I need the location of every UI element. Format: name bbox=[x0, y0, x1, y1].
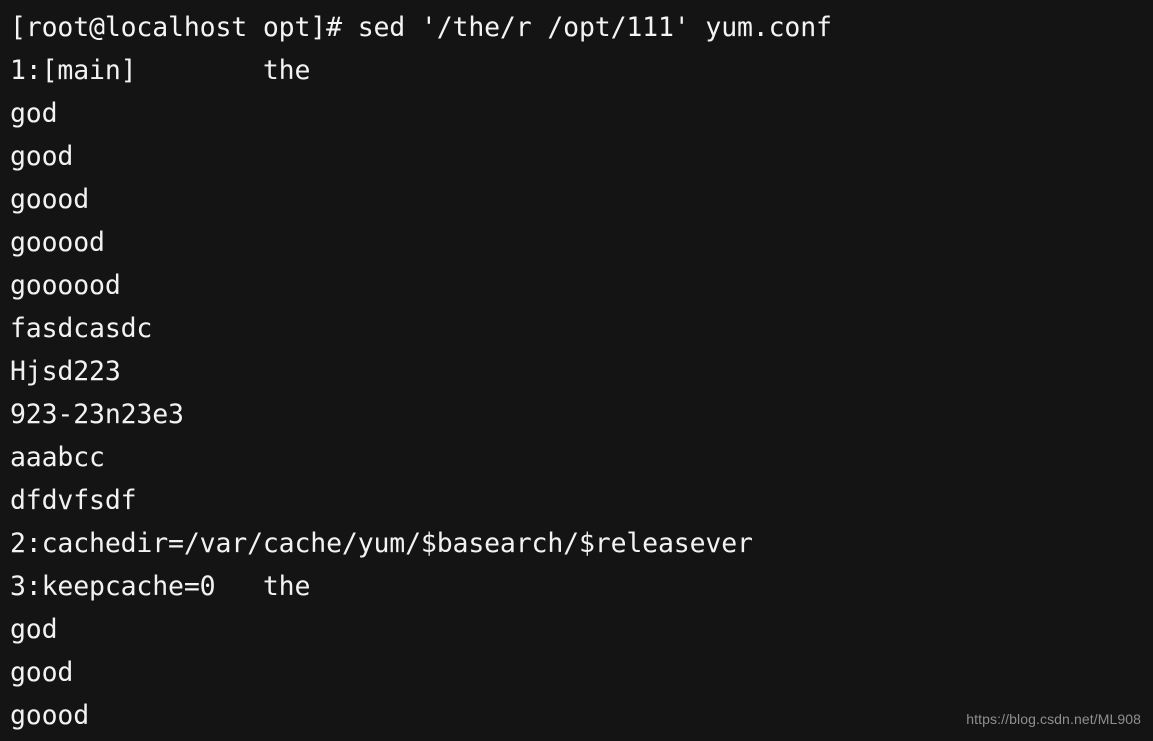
terminal-line-goood-2: goood bbox=[10, 700, 90, 731]
terminal-line-god-1: god bbox=[10, 98, 58, 129]
terminal-line-cachedir: 2:cachedir=/var/cache/yum/$basearch/$rel… bbox=[10, 528, 753, 559]
terminal-line-goood-1: goood bbox=[10, 184, 90, 215]
terminal-line-goooood-1: goooood bbox=[10, 270, 121, 301]
terminal-line-keepcache: 3:keepcache=0 the bbox=[10, 571, 311, 602]
terminal-line-prompt: [root@localhost opt]# sed '/the/r /opt/1… bbox=[10, 12, 832, 43]
terminal-line-good-1: good bbox=[10, 141, 74, 172]
terminal-line-923: 923-23n23e3 bbox=[10, 399, 184, 430]
terminal-line-dfdvfsdf: dfdvfsdf bbox=[10, 485, 137, 516]
terminal-window[interactable]: [root@localhost opt]# sed '/the/r /opt/1… bbox=[0, 0, 1153, 741]
terminal-line-gooood-1: gooood bbox=[10, 227, 105, 258]
terminal-line-main: 1:[main] the bbox=[10, 55, 311, 86]
terminal-line-hjsd223: Hjsd223 bbox=[10, 356, 121, 387]
terminal-line-aaabcc: aaabcc bbox=[10, 442, 105, 473]
terminal-output: [root@localhost opt]# sed '/the/r /opt/1… bbox=[10, 6, 1153, 741]
terminal-line-gooood-2: gooood bbox=[10, 737, 1153, 741]
terminal-line-fasdcasdc: fasdcasdc bbox=[10, 313, 153, 344]
terminal-line-god-2: god bbox=[10, 614, 58, 645]
terminal-line-good-2: good bbox=[10, 657, 74, 688]
